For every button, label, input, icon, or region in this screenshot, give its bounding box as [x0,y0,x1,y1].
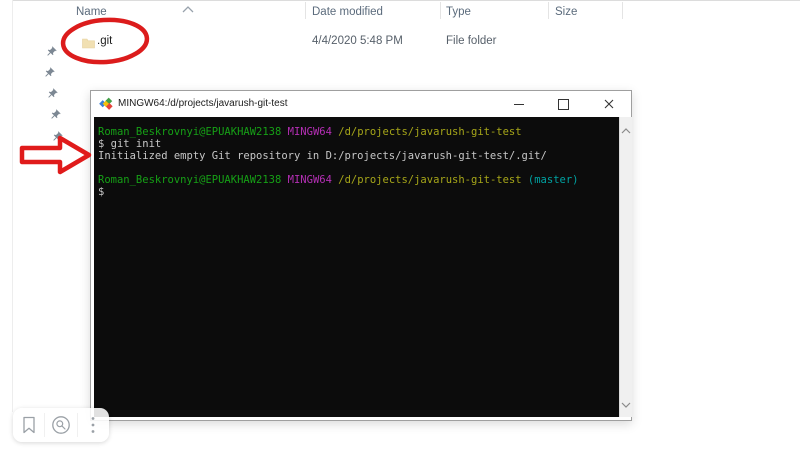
column-divider [622,2,623,19]
maximize-button[interactable] [541,91,586,117]
pushpin-icon [49,129,66,146]
pushpin-icon [43,44,60,61]
pushpin-icon [41,65,58,82]
file-row-name[interactable]: .git [97,35,112,47]
terminal-line: Roman_Beskrovnyi@EPUAKHAW2138 MINGW64 /d… [98,126,522,138]
more-options-button[interactable] [78,408,109,442]
screenshot-root: Name Date modified Type Size .git 4/4/20… [0,0,800,449]
terminal-title-bar[interactable]: MINGW64:/d/projects/javarush-git-test [91,91,631,117]
file-row-date: 4/4/2020 5:48 PM [312,35,403,47]
chevron-up-icon[interactable] [621,121,631,139]
terminal-line: $ git init [98,138,162,150]
terminal-output: Roman_Beskrovnyi@EPUAKHAW2138 MINGW64 /d… [98,126,578,198]
file-row-type: File folder [446,35,497,47]
explorer-top-border [12,0,800,1]
terminal-line: $ [98,186,105,198]
terminal-line: Initialized empty Git repository in D:/p… [98,150,547,162]
window-controls [496,91,631,117]
bookmark-icon [23,416,35,434]
column-header-name[interactable]: Name [76,6,107,18]
terminal-line: Roman_Beskrovnyi@EPUAKHAW2138 MINGW64 /d… [98,174,579,186]
image-search-button[interactable] [45,408,76,442]
kebab-menu-icon [91,417,95,433]
column-header-size[interactable]: Size [555,6,577,18]
git-bash-window: MINGW64:/d/projects/javarush-git-test Ro… [90,90,632,421]
column-divider [305,2,306,19]
bookmark-button[interactable] [13,408,44,442]
pushpin-icon [51,149,68,166]
chevron-down-icon[interactable] [621,395,631,413]
terminal-console[interactable]: Roman_Beskrovnyi@EPUAKHAW2138 MINGW64 /d… [94,117,619,417]
minimize-button[interactable] [496,91,541,117]
pushpin-icon [47,107,64,124]
close-button[interactable] [586,91,631,117]
git-bash-icon [99,97,113,111]
column-header-date-modified[interactable]: Date modified [312,6,383,18]
column-divider [440,2,441,19]
folder-icon [82,36,95,54]
image-search-icon [52,416,70,434]
maximize-icon [558,98,569,110]
column-header-type[interactable]: Type [446,6,471,18]
chevron-up-icon[interactable] [182,0,194,18]
minimize-icon [513,103,524,105]
terminal-scrollbar[interactable] [619,117,632,417]
close-icon [604,99,613,109]
left-panel-divider [12,0,13,412]
pushpin-icon [44,86,61,103]
column-divider [548,2,549,19]
terminal-window-title: MINGW64:/d/projects/javarush-git-test [118,98,288,109]
overlay-toolbar [13,408,109,442]
